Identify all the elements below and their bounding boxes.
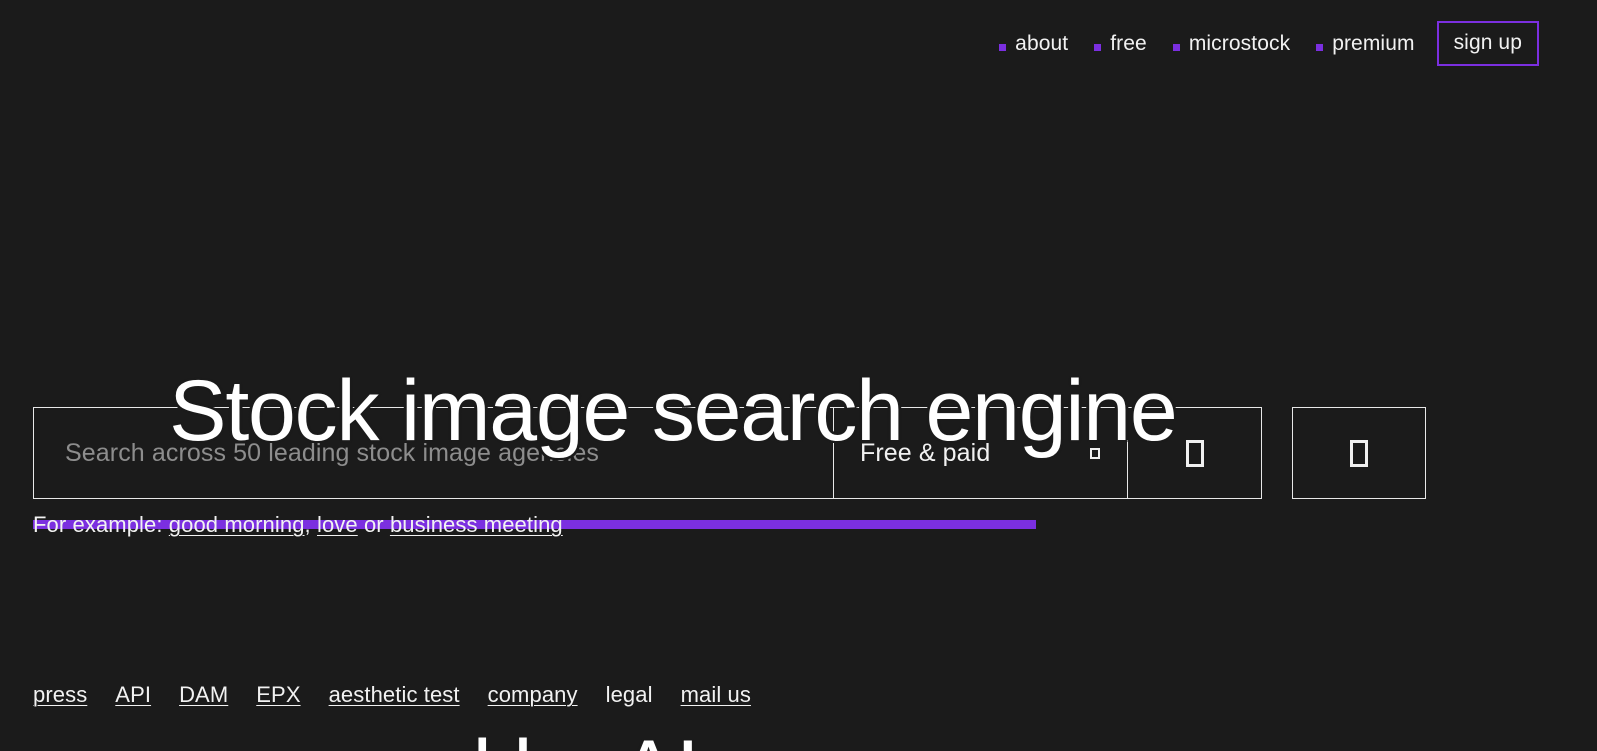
- example-link-business-meeting[interactable]: business meeting: [390, 512, 563, 537]
- example-prefix-label: For example:: [33, 512, 169, 537]
- nav-item-microstock[interactable]: microstock: [1172, 31, 1291, 55]
- footer-link-mail-us[interactable]: mail us: [681, 682, 751, 708]
- nav-item-free[interactable]: free: [1094, 33, 1147, 54]
- square-bullet-icon: [999, 43, 1007, 51]
- footer-link-aesthetic-test[interactable]: aesthetic test: [329, 682, 460, 708]
- footer-link-company[interactable]: company: [488, 682, 578, 708]
- example-separator: or: [357, 512, 390, 537]
- example-queries: For example: good morning, love or busin…: [33, 512, 563, 538]
- example-link-good-morning[interactable]: good morning: [169, 512, 305, 537]
- footer-link-dam[interactable]: DAM: [179, 682, 228, 708]
- square-bullet-icon: [1172, 43, 1180, 51]
- search-icon: [1185, 439, 1204, 467]
- sign-up-button[interactable]: sign up: [1436, 20, 1539, 66]
- nav-item-label: microstock: [1188, 31, 1291, 55]
- footer-links: press API DAM EPX aesthetic test company…: [33, 682, 779, 708]
- footer-link-api[interactable]: API: [115, 682, 151, 708]
- example-link-love[interactable]: love: [317, 512, 358, 537]
- example-separator: ,: [304, 512, 317, 537]
- footer-link-press[interactable]: press: [33, 682, 87, 708]
- headline-line-2: powered by AI.: [33, 546, 722, 751]
- footer-link-epx[interactable]: EPX: [256, 682, 300, 708]
- nav-item-about[interactable]: about: [999, 33, 1068, 54]
- footer-link-legal[interactable]: legal: [606, 682, 653, 708]
- visual-search-button[interactable]: [1292, 407, 1426, 499]
- nav-item-label: free: [1110, 31, 1147, 55]
- nav-item-label: premium: [1332, 31, 1415, 55]
- square-bullet-icon: [1094, 43, 1102, 51]
- square-bullet-icon: [1316, 43, 1324, 51]
- camera-icon: [1350, 439, 1368, 467]
- nav-item-label: about: [1015, 31, 1069, 55]
- nav-item-premium[interactable]: premium: [1316, 33, 1414, 54]
- top-navigation: about free microstock premium sign up: [973, 0, 1539, 86]
